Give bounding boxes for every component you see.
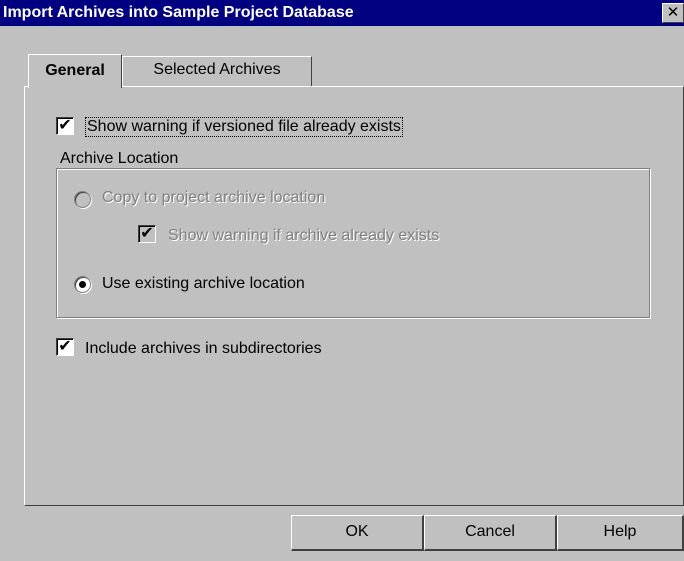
radio-selected-dot [79,281,86,288]
use-existing-radio[interactable] [74,276,91,293]
cancel-button[interactable]: Cancel [424,515,557,551]
show-warning-versioned-checkbox[interactable]: ✔ [56,117,74,135]
tab-general[interactable]: General [28,54,122,88]
show-warning-versioned-label[interactable]: Show warning if versioned file already e… [85,117,403,137]
archive-location-legend: Archive Location [59,150,180,168]
close-icon: ✕ [666,4,680,21]
include-subdirectories-checkbox[interactable]: ✔ [56,338,74,356]
include-subdirectories-label[interactable]: Include archives in subdirectories [85,340,322,358]
help-button-label: Help [603,523,637,540]
title-bar: Import Archives into Sample Project Data… [0,0,684,26]
show-warning-archive-checkbox[interactable]: ✔ [138,225,156,243]
window-title: Import Archives into Sample Project Data… [3,4,354,21]
tab-selected-archives[interactable]: Selected Archives [122,56,312,87]
ok-button[interactable]: OK [291,515,424,551]
tab-selected-archives-label: Selected Archives [153,61,281,78]
close-button[interactable]: ✕ [662,3,684,23]
checkmark-icon: ✔ [58,117,72,134]
ok-button-label: OK [345,523,369,540]
show-warning-archive-label[interactable]: Show warning if archive already exists [168,227,439,245]
tab-general-label: General [45,62,105,79]
checkmark-icon: ✔ [58,338,72,355]
copy-to-project-radio[interactable] [74,191,91,208]
use-existing-label[interactable]: Use existing archive location [102,275,305,293]
cancel-button-label: Cancel [465,523,515,540]
checkmark-icon: ✔ [140,225,154,242]
help-button[interactable]: Help [557,515,684,551]
copy-to-project-label[interactable]: Copy to project archive location [102,189,325,207]
